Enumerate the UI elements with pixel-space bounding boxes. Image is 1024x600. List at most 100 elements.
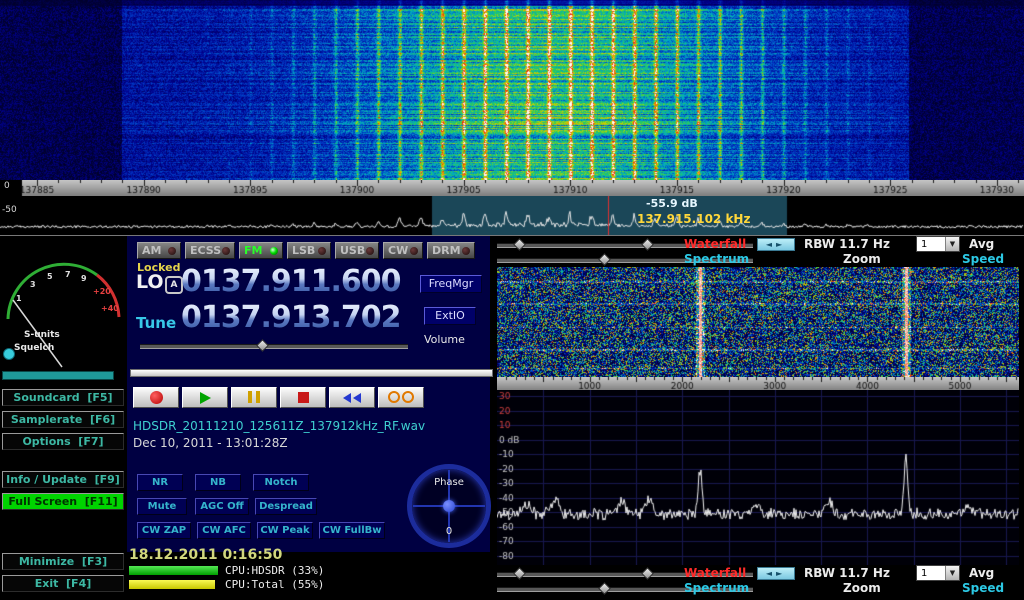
af-waterfall-display[interactable] (497, 267, 1019, 377)
pause-button[interactable] (231, 387, 277, 408)
s-meter: 1 3 5 7 9 +20 +40 S-units Squelch (0, 237, 130, 369)
mode-button-cw[interactable]: CW (383, 242, 423, 259)
avg-label: Avg (969, 237, 994, 251)
spectrum-tab-bottom[interactable]: Spectrum (684, 581, 749, 595)
freqmgr-button[interactable]: FreqMgr (420, 275, 482, 293)
exit-button[interactable]: Exit [F4] (2, 575, 124, 592)
phase-dot-icon (443, 500, 455, 512)
frequency-scale[interactable] (0, 180, 1024, 196)
mode-button-fm[interactable]: FM (239, 242, 283, 259)
options-button[interactable]: Options [F7] (2, 433, 124, 450)
spectrum-tab[interactable]: Spectrum (684, 252, 749, 266)
zoom-slider-bottom-thumb[interactable] (598, 582, 611, 595)
arrow-left-icon: ◄ (766, 569, 776, 578)
cursor-freq-readout: 137.915.102 kHz (637, 212, 750, 226)
playback-position-bar[interactable] (130, 369, 493, 377)
stop-icon (298, 392, 309, 403)
waterfall-slider-thumb-low[interactable] (513, 238, 526, 251)
af-frequency-scale[interactable] (497, 377, 1019, 391)
nr-button[interactable]: NR (137, 474, 183, 491)
phase-dial: Phase 0 (407, 464, 491, 548)
shift-arrows-button[interactable]: ◄► (757, 238, 795, 251)
mode-label: AM (142, 244, 161, 257)
play-icon (200, 392, 211, 404)
avg-select-bottom[interactable]: 1 ▼ (916, 565, 960, 581)
mode-button-ecss[interactable]: ECSS (185, 242, 235, 259)
rewind-button[interactable] (329, 387, 375, 408)
mode-led-icon (168, 247, 176, 255)
avg-select-value: 1 (921, 568, 927, 579)
shift-arrows-button-bottom[interactable]: ◄► (757, 567, 795, 580)
chevron-down-icon[interactable]: ▼ (945, 566, 959, 580)
rbw-label-bottom: RBW 11.7 Hz (804, 566, 890, 580)
fullscreen-button[interactable]: Full Screen [F11] (2, 493, 124, 510)
squelch-label: Squelch (14, 343, 54, 353)
cw-fullbw-button[interactable]: CW FullBw (319, 522, 385, 539)
s-meter-tick: +20 (93, 287, 111, 296)
info-update-button[interactable]: Info / Update [F9] (2, 471, 124, 488)
cpu-total-bar (129, 580, 215, 589)
mode-button-am[interactable]: AM (137, 242, 181, 259)
waterfall-tab-bottom[interactable]: Waterfall (684, 566, 746, 580)
cw-peak-button[interactable]: CW Peak (257, 522, 313, 539)
mode-button-drm[interactable]: DRM (427, 242, 475, 259)
af-spectrum-display[interactable] (497, 390, 1019, 565)
mode-led-icon (462, 247, 470, 255)
stop-button[interactable] (280, 387, 326, 408)
squelch-knob[interactable] (4, 349, 15, 360)
rbw-label: RBW 11.7 Hz (804, 237, 890, 251)
main-spectrum-display[interactable] (0, 196, 1024, 236)
despread-button[interactable]: Despread (255, 498, 317, 515)
s-meter-tick: 3 (30, 280, 36, 289)
db-axis-top-label: 0 (4, 181, 10, 191)
s-meter-tick: 7 (65, 270, 71, 279)
cpu-total-label: CPU:Total (55%) (225, 578, 324, 591)
avg-select[interactable]: 1 ▼ (916, 236, 960, 252)
s-units-label: S-units (24, 330, 60, 340)
agc-off-button[interactable]: AGC Off (195, 498, 249, 515)
main-waterfall-display[interactable] (0, 0, 1024, 180)
mode-label: LSB (292, 244, 315, 257)
mode-label: ECSS (190, 244, 221, 257)
notch-button[interactable]: Notch (253, 474, 309, 491)
cursor-db-readout: -55.9 dB (646, 197, 698, 210)
mode-button-lsb[interactable]: LSB (287, 242, 331, 259)
cw-zap-button[interactable]: CW ZAP (137, 522, 191, 539)
cpu-hdsdr-label: CPU:HDSDR (33%) (225, 564, 324, 577)
play-button[interactable] (182, 387, 228, 408)
waterfall-slider-bottom-thumb-low[interactable] (513, 567, 526, 580)
arrow-right-icon: ► (776, 569, 786, 578)
volume-slider[interactable] (140, 344, 408, 349)
s-meter-tick: 1 (16, 294, 22, 303)
avg-select-value: 1 (921, 239, 927, 250)
tune-frequency-display[interactable]: 0137.913.702 (181, 300, 401, 335)
chevron-down-icon[interactable]: ▼ (945, 237, 959, 251)
tune-label: Tune (136, 314, 176, 332)
mute-button[interactable]: Mute (137, 498, 187, 515)
samplerate-button[interactable]: Samplerate [F6] (2, 411, 124, 428)
zoom-slider-thumb[interactable] (598, 253, 611, 266)
minimize-button[interactable]: Minimize [F3] (2, 553, 124, 570)
datetime-display: 18.12.2011 0:16:50 (129, 547, 282, 563)
wav-file-date: Dec 10, 2011 - 13:01:28Z (133, 436, 288, 450)
mode-button-usb[interactable]: USB (335, 242, 379, 259)
mode-led-icon (222, 247, 230, 255)
mode-led-icon (366, 247, 374, 255)
waterfall-slider-bottom-thumb-high[interactable] (641, 567, 654, 580)
loop-button[interactable] (378, 387, 424, 408)
record-button[interactable] (133, 387, 179, 408)
s-meter-tick: 5 (47, 272, 53, 281)
pause-icon (246, 388, 262, 407)
waterfall-tab[interactable]: Waterfall (684, 237, 746, 251)
squelch-level-bar[interactable] (2, 371, 114, 380)
speed-label-bottom: Speed (962, 581, 1004, 595)
extio-button[interactable]: ExtIO (424, 307, 476, 325)
soundcard-button[interactable]: Soundcard [F5] (2, 389, 124, 406)
lo-frequency-display[interactable]: 0137.911.600 (181, 264, 401, 299)
mode-led-icon (270, 247, 278, 255)
waterfall-slider-thumb-high[interactable] (641, 238, 654, 251)
wav-file-name: HDSDR_20111210_125611Z_137912kHz_RF.wav (133, 419, 425, 433)
cw-afc-button[interactable]: CW AFC (197, 522, 251, 539)
nb-button[interactable]: NB (195, 474, 241, 491)
avg-label-bottom: Avg (969, 566, 994, 580)
